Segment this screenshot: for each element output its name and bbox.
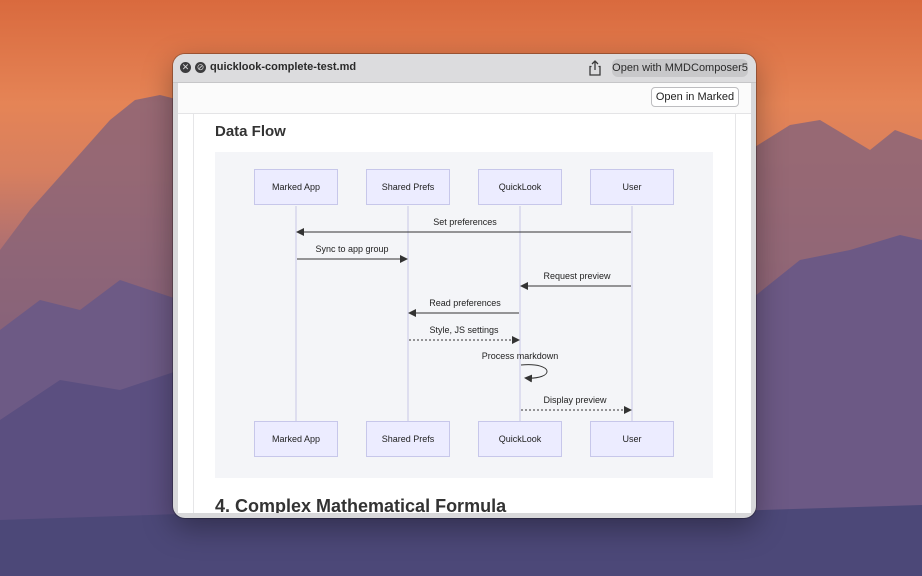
open-in-marked-button[interactable]: Open in Marked bbox=[651, 87, 739, 107]
next-section-heading: 4. Complex Mathematical Formula bbox=[215, 496, 507, 513]
minimize-icon[interactable]: ⊘ bbox=[195, 62, 206, 73]
message-label-set-preferences: Set preferences bbox=[433, 217, 497, 227]
close-icon[interactable]: ✕ bbox=[180, 62, 191, 73]
actor-user-top: User bbox=[590, 169, 674, 205]
window-title: quicklook-complete-test.md bbox=[210, 61, 357, 73]
quicklook-window: ✕ ⊘ quicklook-complete-test.md Open with… bbox=[173, 54, 756, 518]
title-bar: ✕ ⊘ quicklook-complete-test.md Open with… bbox=[173, 54, 756, 83]
actor-marked-app-bottom: Marked App bbox=[254, 421, 338, 457]
actor-shared-prefs-bottom: Shared Prefs bbox=[366, 421, 450, 457]
open-with-button[interactable]: Open with MMDComposer5 bbox=[612, 59, 748, 77]
message-label-process-markdown: Process markdown bbox=[481, 351, 559, 361]
preview-content: Open in Marked Data Flow Marked App Shar… bbox=[178, 83, 751, 513]
message-label-read-preferences: Read preferences bbox=[429, 298, 501, 308]
sequence-diagram: Marked App Shared Prefs QuickLook User S… bbox=[215, 152, 713, 478]
document-border-left bbox=[193, 114, 194, 513]
share-icon[interactable] bbox=[588, 60, 602, 76]
preview-toolbar: Open in Marked bbox=[178, 83, 751, 114]
document-border-right bbox=[735, 114, 736, 513]
message-arrow-process-markdown bbox=[520, 364, 548, 383]
actor-quicklook-top: QuickLook bbox=[478, 169, 562, 205]
message-label-style-settings: Style, JS settings bbox=[429, 325, 499, 335]
message-label-display-preview: Display preview bbox=[543, 395, 607, 405]
actor-marked-app-top: Marked App bbox=[254, 169, 338, 205]
section-heading: Data Flow bbox=[215, 123, 286, 140]
message-label-sync: Sync to app group bbox=[315, 244, 389, 254]
actor-shared-prefs-top: Shared Prefs bbox=[366, 169, 450, 205]
actor-quicklook-bottom: QuickLook bbox=[478, 421, 562, 457]
actor-user-bottom: User bbox=[590, 421, 674, 457]
message-label-request-preview: Request preview bbox=[543, 271, 611, 281]
